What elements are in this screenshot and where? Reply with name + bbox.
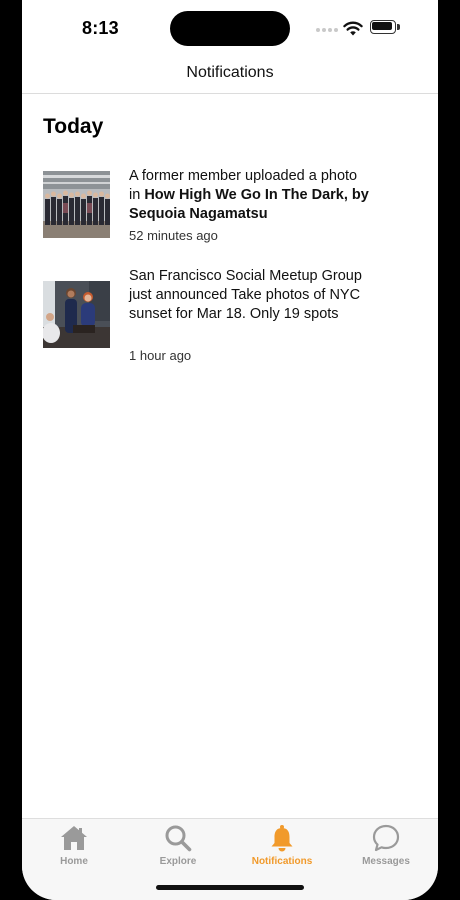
tab-explore[interactable]: Explore	[126, 823, 230, 867]
chat-bubble-icon	[372, 824, 400, 852]
page-title: Notifications	[186, 64, 274, 81]
tab-label: Notifications	[251, 856, 313, 867]
battery-icon	[370, 20, 400, 34]
status-time: 8:13	[82, 18, 119, 38]
tab-label: Messages	[362, 856, 410, 867]
notification-message: San Francisco Social Meetup Group just a…	[129, 268, 362, 322]
section-title-today: Today	[43, 115, 104, 138]
tab-messages[interactable]: Messages	[334, 823, 438, 867]
notification-message: A former member uploaded a photo in How …	[129, 167, 369, 224]
tab-label: Explore	[159, 856, 197, 867]
people-photo-icon	[43, 281, 110, 348]
notification-link-group[interactable]: How High We Go In The Dark, by Sequoia N…	[129, 187, 369, 222]
tab-home[interactable]: Home	[22, 823, 126, 867]
wifi-icon	[343, 21, 363, 36]
cellular-signal-icon	[316, 28, 338, 32]
notification-thumbnail[interactable]	[43, 281, 110, 348]
notification-timestamp: 52 minutes ago	[129, 228, 218, 243]
status-bar: 8:13	[22, 0, 438, 56]
home-indicator[interactable]	[156, 885, 304, 890]
tab-label: Home	[60, 856, 88, 867]
search-icon	[165, 825, 192, 852]
dynamic-island	[170, 11, 290, 46]
group-photo-icon	[43, 171, 110, 238]
bell-icon	[271, 825, 293, 852]
notification-thumbnail[interactable]	[43, 171, 110, 238]
home-icon	[61, 826, 87, 850]
notification-timestamp: 1 hour ago	[129, 348, 192, 363]
app-screen: 8:13 Notifications Today A former member…	[22, 0, 438, 900]
navigation-bar: Notifications	[22, 56, 438, 94]
tab-notifications[interactable]: Notifications	[230, 823, 334, 867]
